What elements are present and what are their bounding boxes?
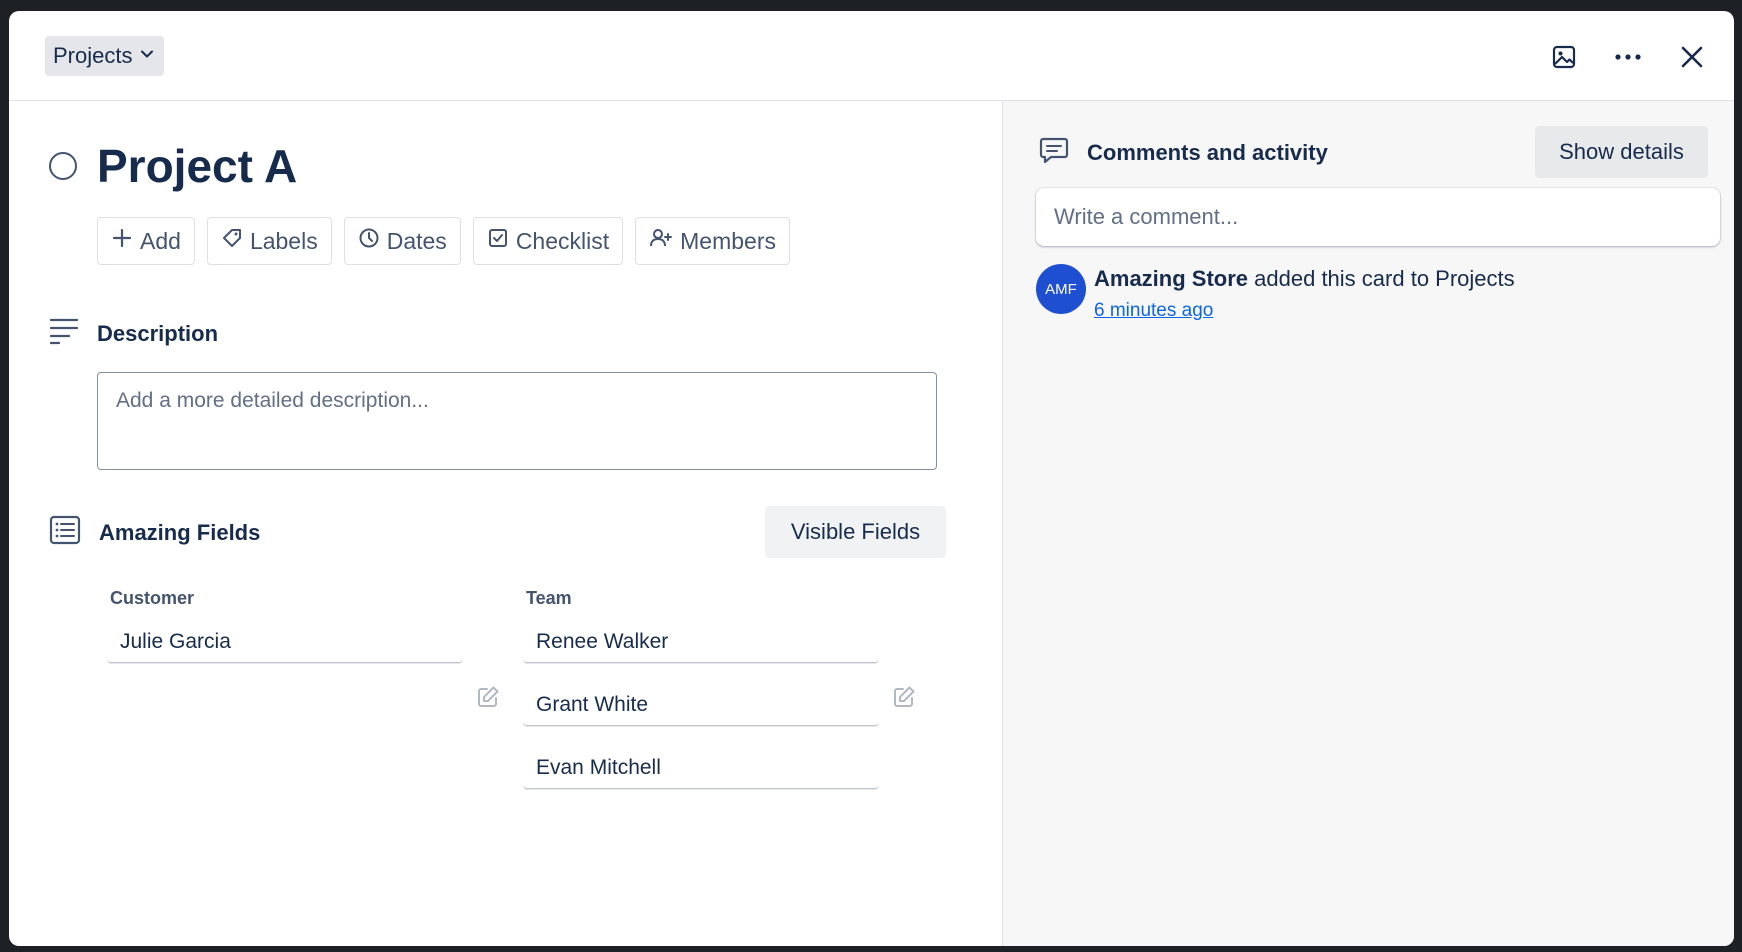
card-title[interactable]: Project A <box>97 139 297 193</box>
checkbox-icon <box>487 227 509 255</box>
complete-toggle[interactable] <box>49 152 77 180</box>
more-icon[interactable] <box>1604 35 1652 79</box>
description-icon <box>49 317 79 350</box>
activity-user[interactable]: Amazing Store <box>1094 266 1248 291</box>
comments-title: Comments and activity <box>1087 139 1328 165</box>
edit-icon[interactable] <box>892 685 916 714</box>
members-button[interactable]: Members <box>635 217 790 265</box>
modal-header: Projects <box>9 11 1734 101</box>
close-icon[interactable] <box>1668 35 1716 79</box>
description-title: Description <box>97 320 219 346</box>
activity-item: AMF Amazing Store added this card to Pro… <box>1036 264 1515 322</box>
team-value[interactable]: Renee Walker <box>523 617 879 663</box>
description-header: Description <box>49 317 218 350</box>
dates-label: Dates <box>386 227 447 254</box>
activity-body: Amazing Store added this card to Project… <box>1094 264 1515 322</box>
activity-timestamp[interactable]: 6 minutes ago <box>1094 300 1213 322</box>
show-details-button[interactable]: Show details <box>1535 126 1708 178</box>
fields-header: Amazing Fields <box>49 515 260 550</box>
plus-icon <box>111 227 133 255</box>
list-picker-button[interactable]: Projects <box>45 36 165 76</box>
team-value[interactable]: Evan Mitchell <box>523 743 879 789</box>
list-name: Projects <box>53 43 133 68</box>
activity-text: Amazing Store added this card to Project… <box>1094 264 1515 292</box>
labels-label: Labels <box>249 227 318 254</box>
edit-icon[interactable] <box>476 685 500 714</box>
add-label: Add <box>140 227 181 254</box>
checklist-button[interactable]: Checklist <box>472 217 624 265</box>
tag-icon <box>221 227 243 255</box>
fields-title: Amazing Fields <box>99 519 261 545</box>
card-actions: Add Labels Dates Checklist Members <box>97 217 790 265</box>
avatar[interactable]: AMF <box>1036 264 1086 314</box>
add-member-icon <box>649 227 673 255</box>
comments-panel: Comments and activity Show details Write… <box>1002 101 1734 946</box>
title-row: Project A <box>49 139 297 193</box>
checklist-label: Checklist <box>515 227 610 254</box>
customer-value[interactable]: Julie Garcia <box>107 617 463 663</box>
customer-field-label: Customer <box>110 588 195 608</box>
team-field-label: Team <box>526 588 572 608</box>
chevron-down-icon <box>138 43 156 69</box>
add-button[interactable]: Add <box>97 217 195 265</box>
dates-button[interactable]: Dates <box>343 217 461 265</box>
card-modal: Projects Project A Add Labels Dates Chec… <box>9 11 1734 946</box>
card-main: Project A Add Labels Dates Checklist Mem… <box>9 101 1002 946</box>
team-field: Team Renee Walker Grant White Evan Mitch… <box>523 588 883 789</box>
clock-icon <box>358 227 380 255</box>
fields-icon <box>49 515 81 550</box>
description-input[interactable]: Add a more detailed description... <box>97 372 937 470</box>
team-value[interactable]: Grant White <box>523 680 879 726</box>
members-label: Members <box>680 227 776 254</box>
comments-header: Comments and activity <box>1039 136 1328 169</box>
header-actions <box>1540 35 1716 79</box>
cover-image-icon[interactable] <box>1540 35 1588 79</box>
activity-action: added this card to Projects <box>1254 266 1515 291</box>
customer-field: Customer Julie Garcia <box>107 588 467 663</box>
labels-button[interactable]: Labels <box>206 217 332 265</box>
comment-input[interactable]: Write a comment... <box>1036 188 1720 246</box>
visible-fields-button[interactable]: Visible Fields <box>765 506 946 558</box>
comment-icon <box>1039 136 1069 169</box>
